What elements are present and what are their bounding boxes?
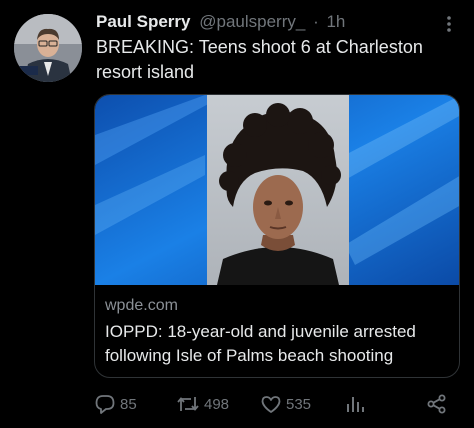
views-button[interactable]	[344, 390, 366, 418]
reply-icon	[95, 395, 115, 414]
reply-button[interactable]: 85	[94, 390, 137, 418]
timestamp[interactable]: 1h	[326, 12, 345, 31]
avatar[interactable]	[14, 14, 82, 82]
repost-button[interactable]: 498	[176, 390, 229, 418]
card-image	[95, 95, 459, 285]
action-bar: 85 498 535	[92, 390, 462, 418]
card-title: IOPPD: 18-year-old and juvenile arrested…	[105, 322, 416, 365]
avatar-image	[14, 14, 82, 82]
card-domain: wpde.com	[105, 297, 178, 314]
tweet-text: BREAKING: Teens shoot 6 at Charleston re…	[96, 37, 423, 82]
like-button[interactable]: 535	[260, 390, 311, 418]
share-button[interactable]	[426, 390, 448, 418]
repost-count: 498	[204, 395, 230, 413]
repost-icon	[177, 397, 199, 411]
tweet[interactable]: Paul Sperry @paulsperry_ · 1h BREAKING: …	[0, 0, 474, 428]
heart-icon	[261, 396, 281, 413]
author-handle[interactable]: @paulsperry_	[199, 12, 305, 31]
views-chart-icon	[347, 397, 364, 412]
share-icon	[427, 394, 446, 414]
like-count: 535	[286, 395, 312, 413]
author-name[interactable]: Paul Sperry	[96, 12, 191, 31]
more-vertical-icon[interactable]	[442, 14, 456, 34]
tweet-header: Paul Sperry @paulsperry_ · 1h	[96, 10, 434, 34]
link-card[interactable]: wpde.com IOPPD: 18-year-old and juvenile…	[94, 94, 460, 378]
separator-dot: ·	[313, 12, 319, 31]
reply-count: 85	[120, 395, 137, 413]
